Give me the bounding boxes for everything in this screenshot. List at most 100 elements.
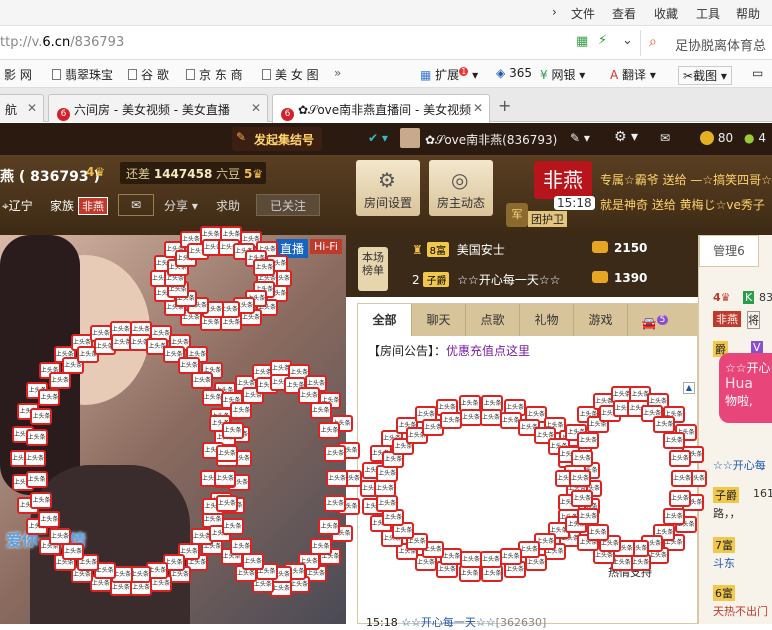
url-domain: 6.cn — [42, 35, 71, 50]
tab-all[interactable]: 全部 — [358, 304, 412, 336]
mail-icon[interactable]: ✉ — [660, 131, 670, 145]
puzzle-icon: ▦ — [420, 68, 432, 82]
bookmark-4[interactable]: 京 东 商 — [186, 66, 243, 83]
guard-label[interactable]: 团护卫 — [528, 211, 567, 227]
live-badge: 直播 — [276, 239, 309, 258]
scroll-up-icon[interactable]: ▲ — [683, 382, 695, 394]
close-icon[interactable]: ✕ — [473, 101, 483, 115]
notice-label: 【房间公告】 — [368, 344, 435, 358]
edit-icon[interactable]: ✎ ▾ — [570, 131, 590, 145]
extensions-button[interactable]: ▦ 扩展 1 ▾ — [420, 66, 478, 83]
tab-admin[interactable]: 管理6 — [699, 235, 759, 267]
location-icon: ⌖ — [2, 199, 9, 213]
guard-emblem[interactable]: 非燕 — [534, 161, 592, 199]
streamer-hair — [0, 235, 80, 495]
ranking-tab[interactable]: 本场榜单 — [358, 247, 388, 291]
tab-gifts[interactable]: 礼物 — [520, 304, 574, 336]
menu-tools[interactable]: 工具 — [696, 5, 720, 22]
status-icon[interactable]: ✔ ▾ — [368, 131, 388, 145]
host-dynamic-label: 房主动态 — [436, 196, 485, 210]
search-box[interactable]: ⌕ 足协脱离体育总 — [640, 30, 772, 56]
rank-badge: 6富 — [713, 585, 735, 601]
bookmark-5[interactable]: 美 女 图 — [262, 66, 319, 83]
chat-user[interactable]: ☆☆开心 — [484, 564, 526, 580]
host-dynamic-button[interactable]: ◎ 房主动态 — [429, 160, 493, 216]
tab-cars[interactable]: 🚘 5 — [628, 304, 682, 336]
bookmark-2[interactable]: 翡翠珠宝 — [52, 66, 113, 83]
menu-chevron-icon[interactable]: › — [552, 5, 557, 19]
help-button[interactable]: 求助 — [216, 197, 240, 214]
bookmark-label: 京 东 商 — [199, 68, 243, 82]
car-count: 5 — [656, 315, 669, 325]
share-button[interactable]: 分享 ▾ — [164, 197, 198, 214]
translate-icon: A — [610, 68, 619, 82]
tab-chat[interactable]: 聊天 — [412, 304, 466, 336]
tab-1[interactable]: 航 ✕ — [0, 94, 44, 122]
user-name[interactable]: ✿𝒮ove南非燕(836793) — [425, 131, 557, 148]
rank-name: ☆☆开心每一天☆☆ — [457, 273, 561, 287]
follow-button[interactable]: 已关注 — [256, 194, 320, 216]
lightning-icon[interactable]: ⚡ — [598, 33, 607, 48]
ext-screenshot[interactable]: ✂截图 ▾ — [678, 66, 732, 85]
level-value: 4 — [86, 165, 95, 179]
video-player[interactable]: 直播 Hi-Fi 爱你一生情 — [0, 235, 346, 624]
chat-user[interactable]: ☆☆开心每一天☆☆ — [401, 616, 495, 629]
document-icon — [128, 69, 137, 80]
menu-help[interactable]: 帮助 — [736, 5, 760, 22]
ticker-time: 15:18 — [554, 196, 595, 210]
tab-label: 六间房 - 美女视频 - 美女直播 — [74, 103, 230, 117]
side-user-id: 161 — [753, 487, 772, 500]
ext-translate[interactable]: A 翻译 ▾ — [610, 66, 656, 83]
notice-link[interactable]: 优惠充值点这里 — [446, 344, 530, 358]
more-bookmarks-icon[interactable]: » — [334, 66, 341, 80]
guard-shield-icon: 军 — [506, 203, 528, 227]
trophy-icon: ♜ — [412, 243, 423, 257]
rank-value-1: 2150 — [592, 241, 647, 255]
family-badge[interactable]: 非燕 — [78, 197, 108, 215]
ext-365[interactable]: ◈ 365 — [496, 66, 532, 80]
level-badge: 4♛ — [86, 165, 106, 179]
tab-2[interactable]: 6 六间房 - 美女视频 - 美女直播 ✕ — [48, 94, 268, 122]
url-field[interactable]: ttp://v.6.cn/836793 — [0, 35, 124, 50]
tab-songs[interactable]: 点歌 — [466, 304, 520, 336]
bookmark-1[interactable]: 影 网 — [4, 66, 32, 83]
chat-time: 15:18 — [366, 616, 398, 629]
gift-popup[interactable]: ☆☆开心 Hua 物啦, — [719, 353, 772, 423]
avatar[interactable] — [400, 128, 420, 148]
share-label: 分享 — [164, 199, 189, 213]
title-badge: 将 — [747, 311, 760, 329]
side-user[interactable]: ☆☆开心每 — [713, 457, 766, 473]
bean-icon: ● — [744, 131, 755, 145]
menu-view[interactable]: 查看 — [612, 5, 636, 22]
tab-3-active[interactable]: 6 ✿𝒮ove南非燕直播间 - 美女视频 ✕ — [272, 94, 490, 123]
tab-label: ✿𝒮ove南非燕直播间 - 美女视频 — [298, 103, 472, 117]
ticker-line-1: 专属☆霸爷 送给 —☆搞笑四哥☆ — [600, 173, 772, 187]
ranking-title: 本场榜单 — [362, 251, 384, 277]
address-bar: ttp://v.6.cn/836793 ▦ ⚡ ⌄ ⌕ 足协脱离体育总 — [0, 26, 772, 60]
message-icon[interactable]: ✉ — [118, 194, 154, 216]
chevron-down-icon[interactable]: ⌄ — [622, 33, 633, 48]
side-user[interactable]: 斗东 — [713, 555, 735, 571]
tab-games[interactable]: 游戏 — [574, 304, 628, 336]
side-panel: 管理6 4♛ K 83 非燕 将 爵 V ☆☆开心每 子爵 161 路，， 7富… — [698, 235, 772, 624]
new-tab-button[interactable]: + — [498, 96, 511, 115]
bookmark-3[interactable]: 谷 歌 — [128, 66, 169, 83]
menu-file[interactable]: 文件 — [571, 5, 595, 22]
gear-icon[interactable]: ⚙ ▾ — [614, 129, 638, 145]
rank-row-2[interactable]: 2 子爵 ☆☆开心每一天☆☆ — [412, 271, 560, 288]
user-level: 4♛ — [713, 291, 731, 304]
coin-count[interactable]: 80 — [700, 131, 733, 145]
rally-button[interactable]: ✎ 发起集结号 — [232, 127, 323, 151]
ext-more-icon[interactable]: ▭ — [752, 66, 763, 80]
popup-line: 物啦, — [725, 394, 753, 408]
ext-bank[interactable]: ¥ 网银 ▾ — [540, 66, 585, 83]
menu-favorites[interactable]: 收藏 — [654, 5, 678, 22]
bean-count[interactable]: ● 4 — [744, 131, 766, 145]
popup-line: ☆☆开心 — [725, 361, 771, 375]
search-text: 足协脱离体育总 — [675, 39, 767, 54]
room-settings-button[interactable]: ⚙ 房间设置 — [356, 160, 420, 216]
close-icon[interactable]: ✕ — [251, 101, 261, 115]
rank-row-1[interactable]: ♜ 8富 美国安士 — [412, 241, 505, 258]
close-icon[interactable]: ✕ — [27, 101, 37, 115]
grid-icon[interactable]: ▦ — [576, 34, 588, 49]
